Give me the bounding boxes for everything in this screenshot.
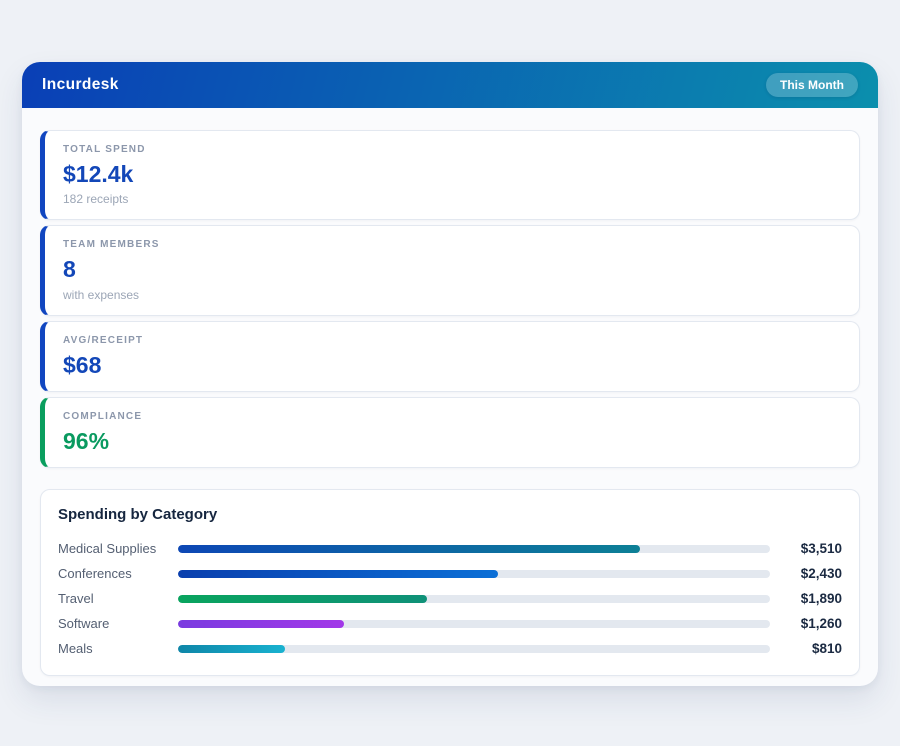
stat-value: 8 bbox=[63, 257, 841, 282]
bar-track bbox=[178, 595, 770, 603]
category-row-meals: Meals $810 bbox=[58, 636, 842, 661]
stat-card-team-members: TEAM MEMBERS 8 with expenses bbox=[40, 225, 860, 315]
app-header: Incurdesk This Month bbox=[22, 62, 878, 108]
stat-label: TEAM MEMBERS bbox=[63, 239, 841, 250]
period-badge[interactable]: This Month bbox=[766, 73, 858, 97]
category-label: Travel bbox=[58, 591, 178, 606]
stat-sub: with expenses bbox=[63, 288, 841, 302]
bar-track bbox=[178, 545, 770, 553]
stats-section: TOTAL SPEND $12.4k 182 receipts TEAM MEM… bbox=[22, 108, 878, 468]
category-value: $810 bbox=[770, 641, 842, 656]
stat-sub: 182 receipts bbox=[63, 192, 841, 206]
bar-fill bbox=[178, 645, 285, 653]
stat-card-avg-receipt: AVG/RECEIPT $68 bbox=[40, 321, 860, 392]
bar-track bbox=[178, 620, 770, 628]
bar-track bbox=[178, 570, 770, 578]
category-row-medical-supplies: Medical Supplies $3,510 bbox=[58, 536, 842, 561]
category-value: $3,510 bbox=[770, 541, 842, 556]
stat-value: $12.4k bbox=[63, 162, 841, 187]
category-label: Conferences bbox=[58, 566, 178, 581]
app-title: Incurdesk bbox=[42, 76, 119, 94]
category-row-travel: Travel $1,890 bbox=[58, 586, 842, 611]
category-label: Medical Supplies bbox=[58, 541, 178, 556]
spending-title: Spending by Category bbox=[58, 506, 842, 523]
stat-label: COMPLIANCE bbox=[63, 411, 841, 422]
category-label: Meals bbox=[58, 641, 178, 656]
stat-label: TOTAL SPEND bbox=[63, 144, 841, 155]
bar-fill bbox=[178, 620, 344, 628]
bar-track bbox=[178, 645, 770, 653]
category-value: $1,890 bbox=[770, 591, 842, 606]
category-value: $1,260 bbox=[770, 616, 842, 631]
category-label: Software bbox=[58, 616, 178, 631]
category-row-software: Software $1,260 bbox=[58, 611, 842, 636]
stat-card-compliance: COMPLIANCE 96% bbox=[40, 397, 860, 468]
category-row-conferences: Conferences $2,430 bbox=[58, 561, 842, 586]
bar-fill bbox=[178, 595, 427, 603]
stat-value: 96% bbox=[63, 429, 841, 454]
stat-card-total-spend: TOTAL SPEND $12.4k 182 receipts bbox=[40, 130, 860, 220]
bar-fill bbox=[178, 545, 640, 553]
stat-label: AVG/RECEIPT bbox=[63, 335, 841, 346]
bar-fill bbox=[178, 570, 498, 578]
stat-value: $68 bbox=[63, 353, 841, 378]
category-value: $2,430 bbox=[770, 566, 842, 581]
dashboard-container: Incurdesk This Month TOTAL SPEND $12.4k … bbox=[22, 62, 878, 686]
spending-card: Spending by Category Medical Supplies $3… bbox=[40, 489, 860, 676]
